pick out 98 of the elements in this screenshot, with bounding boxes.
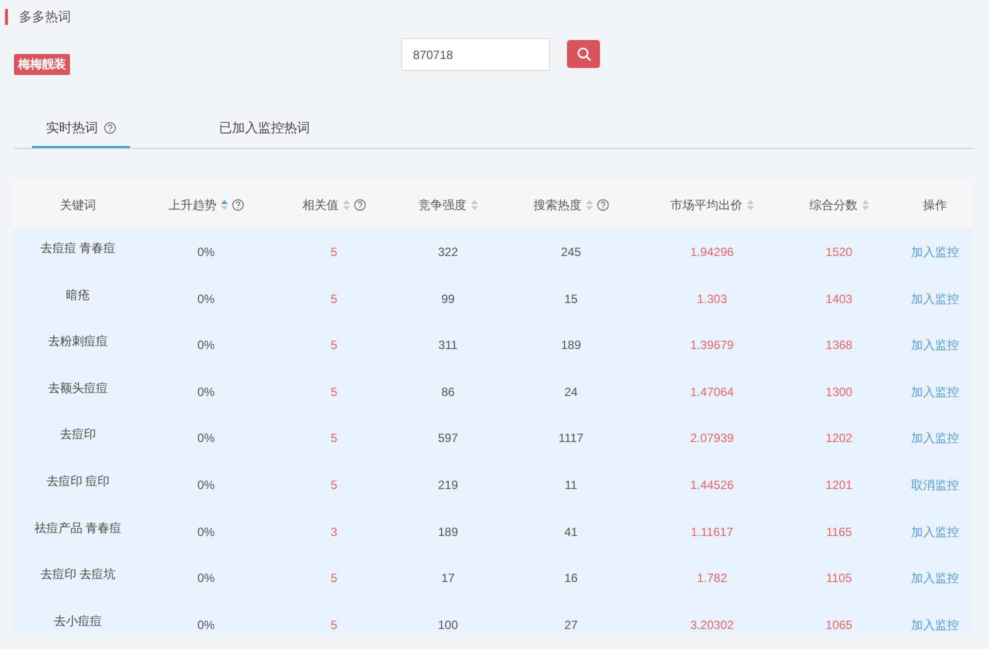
table-cell: 5 — [330, 476, 338, 493]
keyword-cell: 去额头痘痘 — [48, 380, 108, 396]
keyword-cell: 暗疮 — [66, 286, 90, 303]
table-cell: 17 — [441, 570, 455, 586]
table-cell: 15 — [564, 290, 578, 307]
action-link[interactable]: 加入监控 — [911, 384, 959, 400]
column-header: 市场平均出价 — [670, 196, 742, 214]
column-header: 关键词 — [60, 196, 96, 214]
table-cell: 0% — [197, 570, 215, 586]
table-cell: 99 — [441, 290, 455, 307]
action-link[interactable]: 加入监控 — [911, 616, 959, 633]
table-cell: 5 — [330, 430, 338, 446]
keyword-cell: 去痘印 去痘坑 — [40, 566, 116, 582]
keyword-cell: 去小痘痘 — [54, 612, 102, 629]
column-header: 上升趋势 — [168, 196, 216, 214]
keyword-cell: 去痘痘 青春痘 — [40, 240, 116, 256]
table-cell: 1.782 — [696, 570, 728, 586]
table-cell: 189 — [560, 337, 582, 354]
table-cell: 0% — [197, 244, 215, 260]
action-link[interactable]: 取消监控 — [911, 476, 959, 493]
tab[interactable]: 已加入监控热词 — [205, 110, 324, 148]
table-cell: 245 — [560, 244, 582, 260]
table-cell: 0% — [197, 476, 215, 493]
table-cell: 1.94296 — [690, 244, 734, 260]
table-cell: 1201 — [826, 476, 852, 493]
table-cell: 0% — [197, 430, 215, 446]
table-cell: 2.07939 — [690, 430, 734, 446]
sort-icon[interactable] — [470, 200, 478, 210]
column-header: 综合分数 — [810, 196, 858, 214]
table-cell: 5 — [330, 384, 338, 400]
table-cell: 1.47064 — [690, 384, 734, 400]
search-button[interactable] — [567, 40, 600, 68]
keyword-cell: 去粉刺痘痘 — [48, 333, 108, 350]
table-cell: 1.44526 — [690, 476, 734, 493]
shop-tag: 梅梅靓装 — [14, 54, 70, 75]
column-header: 竞争强度 — [418, 196, 466, 214]
column-header: 相关值 — [302, 196, 338, 214]
table-cell: 189 — [438, 524, 458, 540]
table-cell: 0% — [197, 384, 215, 400]
action-link[interactable]: 加入监控 — [911, 337, 959, 354]
column-header: 操作 — [923, 196, 947, 214]
table-cell: 219 — [438, 476, 458, 493]
table-cell: 1.11617 — [690, 524, 734, 540]
table-cell: 0% — [197, 337, 215, 354]
table-cell: 3 — [330, 524, 338, 540]
help-icon[interactable] — [232, 199, 244, 211]
keyword-cell: 去痘印 痘印 — [46, 472, 110, 489]
table-cell: 1117 — [558, 430, 584, 446]
action-link[interactable]: 加入监控 — [911, 244, 959, 260]
sort-icon[interactable] — [862, 200, 868, 210]
table-cell: 322 — [438, 244, 458, 260]
table-cell: 1105 — [826, 570, 852, 586]
table-cell: 5 — [330, 616, 338, 633]
table-cell: 1202 — [826, 430, 852, 446]
table-cell: 24 — [564, 384, 578, 400]
search-field[interactable]: 870718 — [401, 38, 550, 71]
table-cell: 1403 — [826, 290, 852, 307]
table-cell: 16 — [564, 570, 578, 586]
help-icon[interactable] — [104, 122, 116, 134]
table-cell: 5 — [330, 337, 338, 354]
table-cell: 0% — [197, 524, 215, 540]
table-cell: 1165 — [826, 524, 852, 540]
table-cell: 1300 — [826, 384, 852, 400]
table-cell: 5 — [330, 290, 338, 307]
sort-icon[interactable] — [746, 200, 754, 210]
table-cell: 597 — [438, 430, 458, 446]
table-cell: 0% — [197, 290, 215, 307]
help-icon[interactable] — [354, 199, 366, 211]
help-icon[interactable] — [596, 199, 608, 211]
title-accent-bar — [5, 9, 8, 25]
tab[interactable]: 实时热词 — [32, 110, 130, 148]
table-cell: 5 — [330, 244, 338, 260]
table-cell: 1.39679 — [690, 337, 734, 354]
action-link[interactable]: 加入监控 — [911, 430, 959, 446]
table-cell: 41 — [564, 524, 578, 540]
sort-icon[interactable] — [342, 200, 350, 210]
table-cell: 27 — [564, 616, 578, 633]
table-cell: 86 — [441, 384, 455, 400]
keyword-cell: 去痘印 — [60, 426, 96, 442]
sort-icon[interactable] — [586, 200, 592, 210]
table-cell: 3.20302 — [690, 616, 734, 633]
action-link[interactable]: 加入监控 — [911, 570, 959, 586]
action-link[interactable]: 加入监控 — [911, 290, 959, 307]
table-cell: 1368 — [826, 337, 852, 354]
sort-icon[interactable] — [220, 200, 228, 210]
search-icon — [576, 47, 590, 61]
table-cell: 0% — [197, 616, 215, 633]
action-link[interactable]: 加入监控 — [911, 524, 959, 540]
table-cell: 11 — [564, 476, 578, 493]
section-title: 多多热词 — [19, 9, 71, 25]
table-cell: 311 — [438, 337, 458, 354]
table-cell: 100 — [438, 616, 458, 633]
table-cell: 5 — [330, 570, 338, 586]
table-cell: 1520 — [826, 244, 852, 260]
keyword-cell: 祛痘产品 青春痘 — [34, 520, 122, 536]
table-cell: 1.303 — [696, 290, 728, 307]
table-cell: 1065 — [826, 616, 852, 633]
column-header: 搜索热度 — [534, 196, 582, 214]
